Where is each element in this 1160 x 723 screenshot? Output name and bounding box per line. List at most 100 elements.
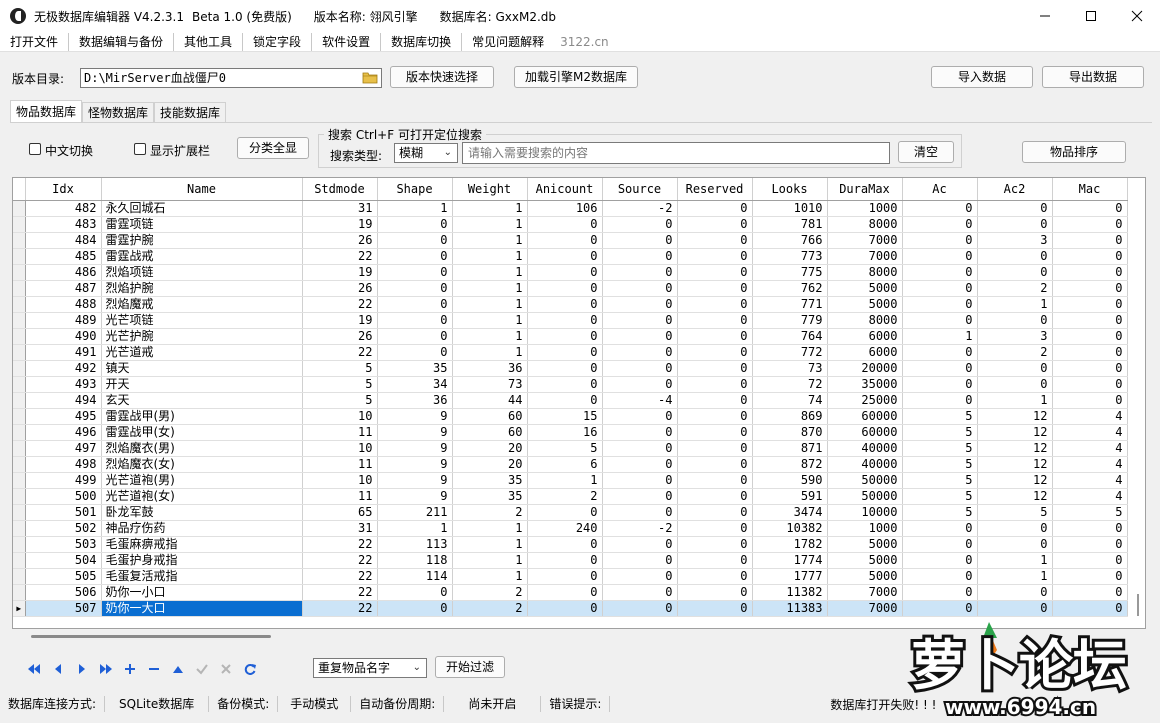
prior-record-icon[interactable]	[46, 660, 70, 678]
table-cell[interactable]: 591	[752, 488, 828, 505]
table-cell[interactable]: 11	[302, 488, 378, 505]
row-indicator[interactable]	[13, 376, 26, 393]
table-cell[interactable]: 0	[977, 600, 1053, 617]
table-cell[interactable]: 1	[452, 328, 528, 345]
table-row[interactable]: 495 雷霆战甲(男) 10 9 60 15 0 0 869 60000 5 12 4	[13, 408, 1128, 425]
table-cell[interactable]: 0	[977, 376, 1053, 393]
table-cell[interactable]: 766	[752, 232, 828, 249]
table-cell[interactable]: 毛蛋麻痹戒指	[101, 536, 303, 553]
table-cell[interactable]: 22	[302, 568, 378, 585]
table-cell[interactable]: 0	[527, 536, 603, 553]
table-cell[interactable]: 44	[452, 392, 528, 409]
table-cell[interactable]: 73	[752, 360, 828, 377]
table-cell[interactable]: 5	[302, 392, 378, 409]
table-cell[interactable]: 36	[377, 392, 453, 409]
quick-select-button[interactable]: 版本快速选择	[390, 66, 494, 88]
menu-open-file[interactable]: 打开文件	[0, 32, 70, 51]
table-cell[interactable]: 494	[25, 392, 102, 409]
table-cell[interactable]: 20	[452, 440, 528, 457]
table-cell[interactable]: 雷霆战甲(女)	[101, 424, 303, 441]
table-cell[interactable]: 19	[302, 264, 378, 281]
table-cell[interactable]: 5000	[827, 280, 903, 297]
table-cell[interactable]: 491	[25, 344, 102, 361]
table-cell[interactable]: 1	[452, 312, 528, 329]
table-cell[interactable]: 20	[452, 456, 528, 473]
table-cell[interactable]: 590	[752, 472, 828, 489]
table-cell[interactable]: 0	[902, 536, 978, 553]
table-cell[interactable]: 卧龙军鼓	[101, 504, 303, 521]
table-cell[interactable]: 雷霆战戒	[101, 248, 303, 265]
table-cell[interactable]: 26	[302, 328, 378, 345]
table-cell[interactable]: 499	[25, 472, 102, 489]
tab-items[interactable]: 物品数据库	[10, 100, 83, 122]
table-cell[interactable]: 503	[25, 536, 102, 553]
table-cell[interactable]: 0	[527, 376, 603, 393]
table-cell[interactable]: 0	[527, 216, 603, 233]
table-cell[interactable]: 1	[452, 344, 528, 361]
table-cell[interactable]: 9	[377, 424, 453, 441]
menu-url-link[interactable]: 3122.cn	[554, 35, 609, 49]
table-cell[interactable]: 0	[677, 392, 753, 409]
table-cell[interactable]: 0	[527, 296, 603, 313]
table-cell[interactable]: 0	[677, 344, 753, 361]
table-cell[interactable]: 0	[1052, 296, 1128, 313]
row-indicator[interactable]	[13, 488, 26, 505]
table-cell[interactable]: 19	[302, 312, 378, 329]
table-cell[interactable]: 485	[25, 248, 102, 265]
table-cell[interactable]: 光芒道袍(女)	[101, 488, 303, 505]
table-cell[interactable]: 0	[527, 504, 603, 521]
row-indicator[interactable]	[13, 328, 26, 345]
table-cell[interactable]: 60000	[827, 408, 903, 425]
table-cell[interactable]: 8000	[827, 216, 903, 233]
table-cell[interactable]: 7000	[827, 584, 903, 601]
row-indicator[interactable]	[13, 200, 26, 217]
table-cell[interactable]: 0	[902, 248, 978, 265]
table-cell[interactable]: 0	[902, 360, 978, 377]
table-row[interactable]: 493 开天 5 34 73 0 0 0 72 35000 0 0 0	[13, 376, 1128, 393]
table-cell[interactable]: 0	[677, 568, 753, 585]
table-cell[interactable]: 0	[677, 328, 753, 345]
next-record-icon[interactable]	[70, 660, 94, 678]
table-cell[interactable]: 506	[25, 584, 102, 601]
table-cell[interactable]: 1774	[752, 552, 828, 569]
column-header[interactable]: Name	[101, 178, 303, 201]
table-cell[interactable]: 500	[25, 488, 102, 505]
post-record-icon[interactable]	[190, 660, 214, 678]
table-cell[interactable]: 0	[527, 600, 603, 617]
table-row[interactable]: 488 烈焰魔戒 22 0 1 0 0 0 771 5000 0 1 0	[13, 296, 1128, 313]
table-cell[interactable]: 20000	[827, 360, 903, 377]
table-cell[interactable]: 0	[602, 472, 678, 489]
table-cell[interactable]: 1782	[752, 536, 828, 553]
table-cell[interactable]: 773	[752, 248, 828, 265]
table-row[interactable]: 492 镇天 5 35 36 0 0 0 73 20000 0 0 0	[13, 360, 1128, 377]
table-cell[interactable]: 2	[977, 344, 1053, 361]
table-cell[interactable]: 5000	[827, 552, 903, 569]
table-cell[interactable]: 871	[752, 440, 828, 457]
table-cell[interactable]: 9	[377, 456, 453, 473]
table-cell[interactable]: 36	[452, 360, 528, 377]
table-cell[interactable]: 40000	[827, 456, 903, 473]
table-cell[interactable]: 482	[25, 200, 102, 217]
column-header[interactable]: Source	[602, 178, 678, 201]
table-cell[interactable]: 488	[25, 296, 102, 313]
table-cell[interactable]: 1	[377, 520, 453, 537]
table-cell[interactable]: 0	[902, 200, 978, 217]
table-row[interactable]: 485 雷霆战戒 22 0 1 0 0 0 773 7000 0 0 0	[13, 248, 1128, 265]
table-cell[interactable]: 0	[527, 584, 603, 601]
table-cell[interactable]: 光芒项链	[101, 312, 303, 329]
table-cell[interactable]: 2	[452, 600, 528, 617]
table-cell[interactable]: 31	[302, 200, 378, 217]
table-cell[interactable]: 0	[602, 296, 678, 313]
close-icon[interactable]	[1114, 0, 1160, 32]
table-cell[interactable]: 0	[602, 424, 678, 441]
row-indicator[interactable]	[13, 568, 26, 585]
table-cell[interactable]: 0	[977, 200, 1053, 217]
table-cell[interactable]: 12	[977, 456, 1053, 473]
vertical-scrollbar[interactable]	[1137, 594, 1139, 616]
row-indicator[interactable]	[13, 248, 26, 265]
table-cell[interactable]: 0	[527, 312, 603, 329]
table-cell[interactable]: 7000	[827, 232, 903, 249]
insert-record-icon[interactable]	[118, 660, 142, 678]
table-cell[interactable]: 2	[452, 584, 528, 601]
table-cell[interactable]: 烈焰魔戒	[101, 296, 303, 313]
